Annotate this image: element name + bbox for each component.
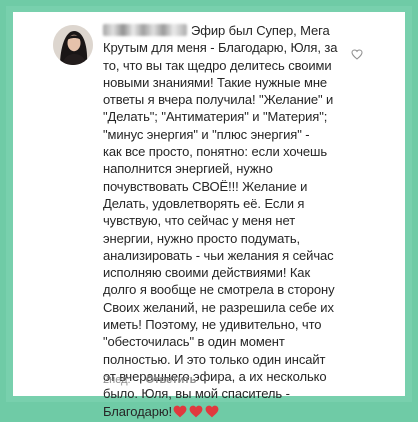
comment-line: Эфир был Супер, Мега bbox=[103, 22, 358, 39]
comment-line: было. Юля, вы мой спаситель - bbox=[103, 386, 290, 402]
comment-line: иметь! Поэтому, не удивительно, что bbox=[103, 317, 322, 333]
heart-outline-icon[interactable] bbox=[351, 49, 363, 60]
comment-line: анализировать - чьи желания я сейчас bbox=[103, 247, 334, 263]
comment-line: Крутым для меня - Благодарю, Юля, за bbox=[103, 40, 338, 56]
comment-line: "Делать"; "Антиматерия" и "Материя"; bbox=[103, 109, 328, 125]
heart-icon bbox=[189, 405, 203, 417]
username[interactable] bbox=[103, 24, 187, 36]
comment-line: энергии, нужно просто подумать, bbox=[103, 230, 300, 246]
comment-line: чувствую, что сейчас у меня нет bbox=[103, 213, 296, 229]
comment-text: Эфир был Супер, Мега Крутым для меня - Б… bbox=[103, 22, 358, 422]
comment-line: то, что вы так щедро делитесь своими bbox=[103, 57, 332, 73]
heart-icon bbox=[205, 405, 219, 417]
comment-card: Эфир был Супер, Мега Крутым для меня - Б… bbox=[13, 12, 405, 419]
comment-timestamp: 2нед. bbox=[103, 374, 131, 386]
comment-line: полностью. И это только один инсайт bbox=[103, 351, 326, 367]
comment-line: долго я вообще не смотрела в сторону bbox=[103, 282, 335, 298]
comment-line: как все просто, понятно: если хочешь bbox=[103, 144, 328, 160]
avatar[interactable] bbox=[53, 25, 93, 65]
reply-button[interactable]: Ответить bbox=[146, 374, 197, 386]
comment-line: новыми знаниями! Такие нужные мне bbox=[103, 74, 328, 90]
comment-line: "минус энергия" и "плюс энергия" - bbox=[103, 126, 310, 142]
comment-line: наполнится энергией, нужно bbox=[103, 161, 273, 177]
comment-line: Благодарю! bbox=[103, 403, 358, 422]
comment-line: Делать, удовлетворять её. Если я bbox=[103, 195, 305, 211]
comment-line: почувствовать СВОЁ!!! Желание и bbox=[103, 178, 308, 194]
heart-emoji-group bbox=[173, 405, 221, 422]
heart-icon bbox=[173, 405, 187, 417]
comment-meta: 2нед. Ответить bbox=[103, 373, 196, 387]
comment-line: "обесточилась" в один момент bbox=[103, 334, 285, 350]
comment-line: Своих желаний, не разрешила себе их bbox=[103, 299, 334, 315]
comment-line: исполняю своими действиями! Как bbox=[103, 265, 311, 281]
comment-line: ответы я вчера получила! "Желание" и bbox=[103, 92, 334, 108]
